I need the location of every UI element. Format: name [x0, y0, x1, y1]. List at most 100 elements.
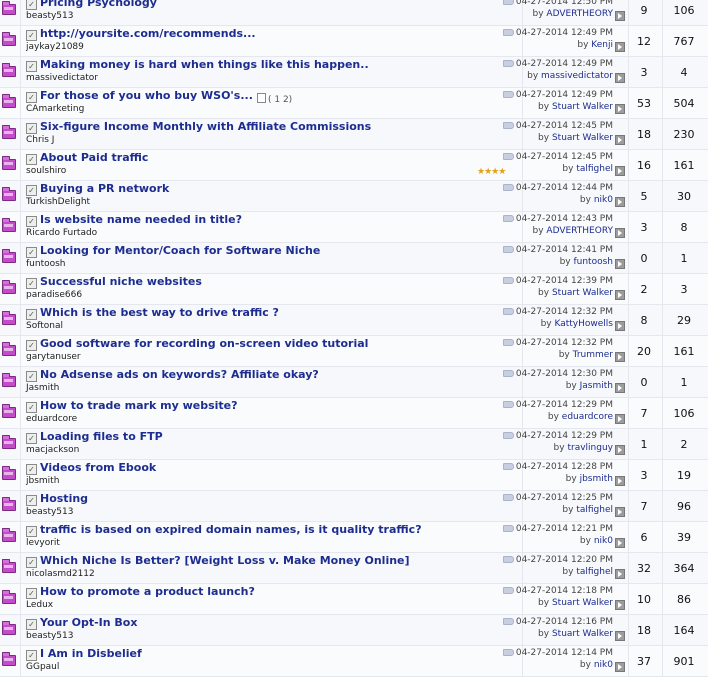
last-poster-link[interactable]: eduardcore [562, 412, 613, 422]
last-poster-link[interactable]: nik0 [594, 195, 613, 205]
reply-count[interactable]: 3 [630, 469, 658, 482]
thread-row[interactable]: ✓ Which Niche Is Better? [Weight Loss v. … [0, 553, 708, 584]
tag-icon[interactable] [503, 463, 514, 470]
arrow-right-icon[interactable] [615, 352, 625, 362]
arrow-right-icon[interactable] [615, 662, 625, 672]
thread-row[interactable]: ✓ Videos from Ebook jbsmith 04-27-2014 12:2… [0, 460, 708, 491]
tag-icon[interactable] [503, 556, 514, 563]
thread-author[interactable]: garytanuser [26, 352, 81, 362]
last-poster-link[interactable]: Kenji [591, 40, 613, 50]
thread-title-link[interactable]: How to promote a product launch? [40, 585, 255, 598]
tag-icon[interactable] [503, 0, 514, 5]
tag-icon[interactable] [503, 618, 514, 625]
thread-author[interactable]: funtoosh [26, 259, 66, 269]
arrow-right-icon[interactable] [615, 445, 625, 455]
reply-count[interactable]: 3 [630, 221, 658, 234]
thread-title-link[interactable]: Videos from Ebook [40, 461, 156, 474]
thread-row[interactable]: ✓ Good software for recording on-screen v… [0, 336, 708, 367]
thread-author[interactable]: eduardcore [26, 414, 77, 424]
thread-title-link[interactable]: Which is the best way to drive traffic ? [40, 306, 279, 319]
thread-author[interactable]: jbsmith [26, 476, 59, 486]
thread-author[interactable]: macjackson [26, 445, 79, 455]
last-poster-link[interactable]: Stuart Walker [552, 629, 613, 639]
thread-author[interactable]: paradise666 [26, 290, 82, 300]
thread-row[interactable]: ✓ Successful niche websites paradise666 04-… [0, 274, 708, 305]
tag-icon[interactable] [503, 91, 514, 98]
last-poster-link[interactable]: Jasmith [580, 381, 613, 391]
thread-title-link[interactable]: Good software for recording on-screen vi… [40, 337, 368, 350]
thread-author[interactable]: TurkishDelight [26, 197, 90, 207]
reply-count[interactable]: 16 [630, 159, 658, 172]
arrow-right-icon[interactable] [615, 42, 625, 52]
thread-row[interactable]: ✓ Making money is hard when things like t… [0, 57, 708, 88]
thread-author[interactable]: Jasmith [26, 383, 59, 393]
last-poster-link[interactable]: talfighel [576, 567, 613, 577]
arrow-right-icon[interactable] [615, 73, 625, 83]
thread-author[interactable]: CAmarketing [26, 104, 84, 114]
last-poster-link[interactable]: ADVERTHEORY [546, 226, 613, 236]
reply-count[interactable]: 3 [630, 66, 658, 79]
last-poster-link[interactable]: Stuart Walker [552, 598, 613, 608]
reply-count[interactable]: 0 [630, 376, 658, 389]
thread-row[interactable]: ✓ http://yoursite.com/recommends... jaykay… [0, 26, 708, 57]
thread-title-link[interactable]: http://yoursite.com/recommends... [40, 27, 256, 40]
thread-title-link[interactable]: Pricing Psychology [40, 0, 157, 9]
arrow-right-icon[interactable] [615, 383, 625, 393]
thread-author[interactable]: nicolasmd2112 [26, 569, 95, 579]
thread-author[interactable]: GGpaul [26, 662, 59, 672]
thread-title-link[interactable]: No Adsense ads on keywords? Affiliate ok… [40, 368, 319, 381]
tag-icon[interactable] [503, 29, 514, 36]
reply-count[interactable]: 7 [630, 407, 658, 420]
thread-author[interactable]: beasty513 [26, 11, 74, 21]
thread-title-link[interactable]: How to trade mark my website? [40, 399, 238, 412]
thread-author[interactable]: massivedictator [26, 73, 98, 83]
thread-row[interactable]: ✓ Pricing Psychology beasty513 04-27-2014 1… [0, 0, 708, 26]
reply-count[interactable]: 5 [630, 190, 658, 203]
thread-row[interactable]: ✓ Hosting beasty513 04-27-2014 12:25 PM by t… [0, 491, 708, 522]
arrow-right-icon[interactable] [615, 135, 625, 145]
thread-title-link[interactable]: Successful niche websites [40, 275, 202, 288]
thread-row[interactable]: ✓ How to promote a product launch? Ledux 04… [0, 584, 708, 615]
last-poster-link[interactable]: Stuart Walker [552, 133, 613, 143]
thread-row[interactable]: ✓ Looking for Mentor/Coach for Software N… [0, 243, 708, 274]
arrow-right-icon[interactable] [615, 197, 625, 207]
reply-count[interactable]: 6 [630, 531, 658, 544]
tag-icon[interactable] [503, 277, 514, 284]
arrow-right-icon[interactable] [615, 476, 625, 486]
arrow-right-icon[interactable] [615, 104, 625, 114]
reply-count[interactable]: 37 [630, 655, 658, 668]
thread-author[interactable]: Softonal [26, 321, 63, 331]
last-poster-link[interactable]: KattyHowells [554, 319, 613, 329]
thread-author[interactable]: Chris J [26, 135, 54, 145]
tag-icon[interactable] [503, 587, 514, 594]
reply-count[interactable]: 20 [630, 345, 658, 358]
thread-title-link[interactable]: Your Opt-In Box [40, 616, 137, 629]
thread-title-link[interactable]: Is website name needed in title? [40, 213, 242, 226]
arrow-right-icon[interactable] [615, 507, 625, 517]
thread-row[interactable]: ✓ Your Opt-In Box beasty513 04-27-2014 12:1… [0, 615, 708, 646]
thread-row[interactable]: ✓ No Adsense ads on keywords? Affiliate o… [0, 367, 708, 398]
last-poster-link[interactable]: massivedictator [541, 71, 613, 81]
thread-row[interactable]: ✓ How to trade mark my website? eduardcore… [0, 398, 708, 429]
thread-row[interactable]: ✓ Is website name needed in title? Ricardo… [0, 212, 708, 243]
last-poster-link[interactable]: talfighel [576, 164, 613, 174]
last-poster-link[interactable]: Stuart Walker [552, 102, 613, 112]
tag-icon[interactable] [503, 432, 514, 439]
arrow-right-icon[interactable] [615, 166, 625, 176]
reply-count[interactable]: 0 [630, 252, 658, 265]
tag-icon[interactable] [503, 525, 514, 532]
reply-count[interactable]: 9 [630, 4, 658, 17]
last-poster-link[interactable]: talfighel [576, 505, 613, 515]
thread-row[interactable]: ✓ Buying a PR network TurkishDelight 04-27-… [0, 181, 708, 212]
reply-count[interactable]: 1 [630, 438, 658, 451]
thread-row[interactable]: ✓ Six-figure Income Monthly with Affiliat… [0, 119, 708, 150]
thread-row[interactable]: ✓ Which is the best way to drive traffic … [0, 305, 708, 336]
reply-count[interactable]: 32 [630, 562, 658, 575]
thread-title-link[interactable]: Looking for Mentor/Coach for Software Ni… [40, 244, 320, 257]
tag-icon[interactable] [503, 246, 514, 253]
reply-count[interactable]: 2 [630, 283, 658, 296]
arrow-right-icon[interactable] [615, 414, 625, 424]
tag-icon[interactable] [503, 308, 514, 315]
arrow-right-icon[interactable] [615, 259, 625, 269]
thread-title-link[interactable]: Which Niche Is Better? [Weight Loss v. M… [40, 554, 410, 567]
